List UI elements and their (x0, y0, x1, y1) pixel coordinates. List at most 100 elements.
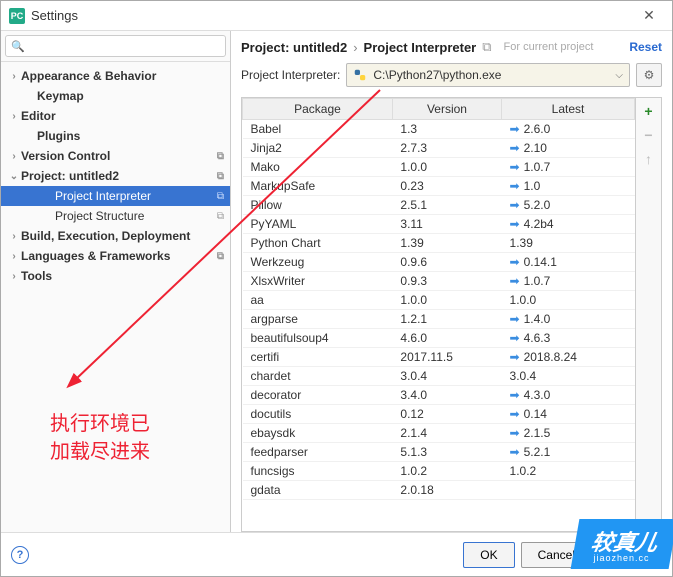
chevron-icon: › (7, 231, 21, 242)
package-latest: ➡0.14.1 (502, 253, 635, 272)
packages-table-scroll[interactable]: PackageVersionLatest Babel1.3➡2.6.0Jinja… (242, 98, 635, 531)
table-row[interactable]: PyYAML3.11➡4.2b4 (243, 215, 635, 234)
package-version: 4.6.0 (392, 329, 501, 348)
tree-item-label: Editor (21, 109, 224, 123)
tree-item-project-structure[interactable]: Project Structure⧉ (1, 206, 230, 226)
table-row[interactable]: ebaysdk2.1.4➡2.1.5 (243, 424, 635, 443)
table-row[interactable]: feedparser5.1.3➡5.2.1 (243, 443, 635, 462)
package-name: aa (243, 291, 393, 310)
package-name: Jinja2 (243, 139, 393, 158)
package-side-buttons: + − ↑ (635, 98, 661, 531)
column-header[interactable]: Package (243, 99, 393, 120)
sidebar: 🔍 ›Appearance & BehaviorKeymap›EditorPlu… (1, 31, 231, 532)
table-row[interactable]: argparse1.2.1➡1.4.0 (243, 310, 635, 329)
table-row[interactable]: Babel1.3➡2.6.0 (243, 120, 635, 139)
package-version: 1.0.0 (392, 291, 501, 310)
package-version: 0.12 (392, 405, 501, 424)
package-latest: ➡1.0 (502, 177, 635, 196)
package-name: Werkzeug (243, 253, 393, 272)
upgrade-package-button[interactable]: ↑ (640, 150, 658, 168)
tree-item-languages-frameworks[interactable]: ›Languages & Frameworks⧉ (1, 246, 230, 266)
tree-item-editor[interactable]: ›Editor (1, 106, 230, 126)
help-icon[interactable]: ? (11, 546, 29, 564)
tree-item-project-untitled2[interactable]: ⌄Project: untitled2⧉ (1, 166, 230, 186)
table-row[interactable]: Werkzeug0.9.6➡0.14.1 (243, 253, 635, 272)
main-panel: Project: untitled2 › Project Interpreter… (231, 31, 672, 532)
python-icon (353, 68, 367, 82)
tree-item-version-control[interactable]: ›Version Control⧉ (1, 146, 230, 166)
package-latest: ➡2.10 (502, 139, 635, 158)
upgrade-arrow-icon: ➡ (510, 388, 520, 402)
package-latest: ➡4.3.0 (502, 386, 635, 405)
table-row[interactable]: Python Chart1.391.39 (243, 234, 635, 253)
package-name: Babel (243, 120, 393, 139)
tree-item-label: Version Control (21, 149, 213, 163)
table-row[interactable]: certifi2017.11.5➡2018.8.24 (243, 348, 635, 367)
tree-item-appearance-behavior[interactable]: ›Appearance & Behavior (1, 66, 230, 86)
column-header[interactable]: Latest (502, 99, 635, 120)
tree-item-label: Project Interpreter (55, 189, 213, 203)
table-row[interactable]: decorator3.4.0➡4.3.0 (243, 386, 635, 405)
add-package-button[interactable]: + (640, 102, 658, 120)
tree-item-tools[interactable]: ›Tools (1, 266, 230, 286)
reset-link[interactable]: Reset (629, 40, 662, 54)
package-name: Mako (243, 158, 393, 177)
tree-item-label: Appearance & Behavior (21, 69, 224, 83)
package-version: 1.0.0 (392, 158, 501, 177)
tree-item-label: Tools (21, 269, 224, 283)
package-version: 2.5.1 (392, 196, 501, 215)
package-name: beautifulsoup4 (243, 329, 393, 348)
dialog-footer: ? OK Cancel Apply (1, 532, 672, 576)
tree-item-build-execution-deployment[interactable]: ›Build, Execution, Deployment (1, 226, 230, 246)
remove-package-button[interactable]: − (640, 126, 658, 144)
table-row[interactable]: docutils0.12➡0.14 (243, 405, 635, 424)
package-version: 2.1.4 (392, 424, 501, 443)
watermark: 较真儿 jiaozhen.cc (571, 519, 673, 569)
app-icon: PC (9, 8, 25, 24)
packages-table-wrap: PackageVersionLatest Babel1.3➡2.6.0Jinja… (241, 97, 662, 532)
table-row[interactable]: Jinja22.7.3➡2.10 (243, 139, 635, 158)
table-row[interactable]: aa1.0.01.0.0 (243, 291, 635, 310)
package-latest: ➡0.14 (502, 405, 635, 424)
package-version: 2.7.3 (392, 139, 501, 158)
package-version: 2.0.18 (392, 481, 501, 500)
table-row[interactable]: Mako1.0.0➡1.0.7 (243, 158, 635, 177)
package-name: certifi (243, 348, 393, 367)
table-row[interactable]: XlsxWriter0.9.3➡1.0.7 (243, 272, 635, 291)
chevron-icon: › (7, 151, 21, 162)
tree-item-label: Build, Execution, Deployment (21, 229, 224, 243)
table-row[interactable]: funcsigs1.0.21.0.2 (243, 462, 635, 481)
table-row[interactable]: gdata2.0.18 (243, 481, 635, 500)
close-icon[interactable]: ✕ (634, 6, 664, 26)
tree-item-label: Languages & Frameworks (21, 249, 213, 263)
package-name: docutils (243, 405, 393, 424)
gear-icon[interactable]: ⚙ (636, 63, 662, 87)
ok-button[interactable]: OK (463, 542, 514, 568)
chevron-icon: › (7, 111, 21, 122)
copy-icon: ⧉ (482, 39, 491, 55)
table-row[interactable]: chardet3.0.43.0.4 (243, 367, 635, 386)
upgrade-arrow-icon: ➡ (510, 331, 520, 345)
search-input[interactable] (5, 35, 226, 57)
copy-icon: ⧉ (217, 171, 224, 182)
package-latest: 1.0.0 (502, 291, 635, 310)
package-latest: ➡4.2b4 (502, 215, 635, 234)
package-version: 5.1.3 (392, 443, 501, 462)
table-row[interactable]: Pillow2.5.1➡5.2.0 (243, 196, 635, 215)
table-row[interactable]: beautifulsoup44.6.0➡4.6.3 (243, 329, 635, 348)
breadcrumb-note: For current project (504, 41, 594, 53)
column-header[interactable]: Version (392, 99, 501, 120)
table-row[interactable]: MarkupSafe0.23➡1.0 (243, 177, 635, 196)
package-version: 1.39 (392, 234, 501, 253)
interpreter-label: Project Interpreter: (241, 68, 340, 82)
tree-item-keymap[interactable]: Keymap (1, 86, 230, 106)
tree-item-plugins[interactable]: Plugins (1, 126, 230, 146)
package-latest: ➡5.2.1 (502, 443, 635, 462)
package-latest: ➡2.6.0 (502, 120, 635, 139)
upgrade-arrow-icon: ➡ (510, 274, 520, 288)
interpreter-select[interactable]: C:\Python27\python.exe ⌵ (346, 63, 630, 87)
package-latest: ➡1.0.7 (502, 272, 635, 291)
breadcrumb: Project: untitled2 › Project Interpreter… (241, 39, 662, 55)
upgrade-arrow-icon: ➡ (510, 198, 520, 212)
tree-item-project-interpreter[interactable]: Project Interpreter⧉ (1, 186, 230, 206)
